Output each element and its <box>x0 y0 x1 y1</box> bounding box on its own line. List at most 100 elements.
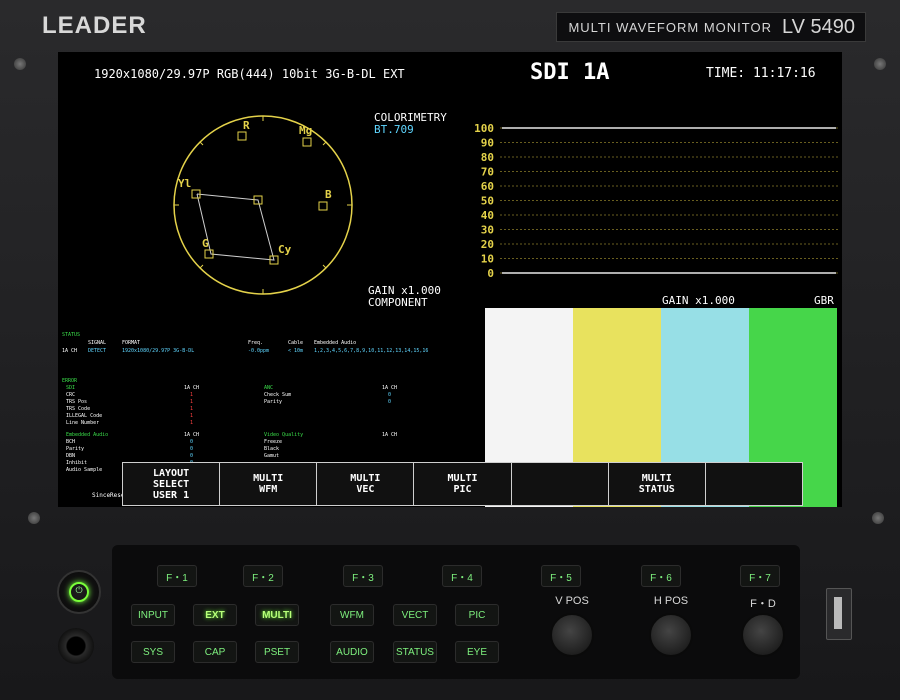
function-key-7[interactable]: F・7 <box>740 565 780 587</box>
vectorscope-ticks <box>174 116 352 294</box>
sdi-label: SDI <box>66 385 76 391</box>
error-item-label: Line Number <box>66 420 100 426</box>
pic-button[interactable]: PIC <box>455 604 499 626</box>
function-key-3[interactable]: F・3 <box>343 565 383 587</box>
wfm-button[interactable]: WFM <box>330 604 374 626</box>
ext-button[interactable]: EXT <box>193 604 237 626</box>
multi-button[interactable]: MULTI <box>255 604 299 626</box>
function-key-1[interactable]: F・1 <box>157 565 197 587</box>
status-button[interactable]: STATUS <box>393 641 437 663</box>
vector-label-yl: Yl <box>178 177 191 190</box>
error-item-value: 1 <box>190 399 194 405</box>
error-item-label: Check Sum <box>264 392 292 398</box>
soft-key-label: VEC <box>356 484 375 495</box>
input-name: SDI 1A <box>530 60 610 85</box>
function-key-2[interactable]: F・2 <box>243 565 283 587</box>
vector-info: GAIN x1.000 COMPONENT <box>368 285 441 309</box>
status-header-format: FORMAT <box>122 340 141 346</box>
waveform-scale-label: 40 <box>481 209 494 222</box>
status-header-signal: SIGNAL <box>88 340 107 346</box>
vect-button[interactable]: VECT <box>393 604 437 626</box>
model-number: LV 5490 <box>781 15 855 38</box>
colorimetry-value: BT.709 <box>374 123 414 136</box>
audio-button[interactable]: AUDIO <box>330 641 374 663</box>
vector-target-boxes <box>191 131 328 265</box>
error-item-value: 1 <box>190 420 194 426</box>
error-item-label: DBN <box>66 453 76 459</box>
error-item-label: Black <box>264 446 280 452</box>
error-item-value: 1 <box>190 406 194 412</box>
sys-button[interactable]: SYS <box>131 641 175 663</box>
display-screen: 1920x1080/29.97P RGB(444) 10bit 3G-B-DL … <box>58 52 842 507</box>
pset-button[interactable]: PSET <box>255 641 299 663</box>
waveform-scale-label: 60 <box>481 180 494 193</box>
status-format: 1920x1080/29.97P 3G-B-DL <box>122 348 195 354</box>
picture-gain: GAIN x1.000 <box>662 294 735 307</box>
anc-ch-label: 1A CH <box>382 385 398 391</box>
vq-title: Video Quality <box>264 432 304 438</box>
knob-3[interactable] <box>741 613 785 657</box>
screw-icon <box>874 58 886 70</box>
audio-ch-label: 1A CH <box>184 432 200 438</box>
error-item-label: Parity <box>264 399 283 405</box>
error-item-label: Freeze <box>264 439 283 445</box>
error-item-label: ILLEGAL Code <box>66 413 103 419</box>
soft-key-6[interactable]: MULTI STATUS <box>607 462 706 506</box>
sdi-ch-label: 1A CH <box>184 385 200 391</box>
time-label: TIME: <box>706 66 746 81</box>
waveform-scale-label: 50 <box>481 195 494 208</box>
knob-2[interactable] <box>649 613 693 657</box>
soft-key-3[interactable]: MULTI VEC <box>316 462 415 506</box>
soft-key-label: MULTI <box>350 473 381 484</box>
vq-ch-label: 1A CH <box>382 432 398 438</box>
soft-key-label: LAYOUT <box>153 467 190 479</box>
status-header-cable: Cable <box>288 340 304 346</box>
soft-key-label: MULTI <box>641 473 672 484</box>
knob-1[interactable] <box>550 613 594 657</box>
power-button[interactable]: ⏻ <box>57 570 101 614</box>
soft-key-7[interactable] <box>704 462 803 506</box>
soft-menu: LAYOUT SELECT USER 1 MULTI WFM MULTI VEC MULTI P… <box>122 462 803 506</box>
soft-key-label: STATUS <box>638 484 675 495</box>
error-item-value: 0 <box>388 399 392 405</box>
time-display: TIME: 11:17:16 <box>706 66 816 81</box>
waveform-scale-label: 10 <box>481 253 494 266</box>
soft-key-1[interactable]: LAYOUT SELECT USER 1 <box>122 462 221 506</box>
waveform-scale-label: 20 <box>481 238 494 251</box>
status-audio: 1,2,3,4,5,6,7,8,9,10,11,12,13,14,15,16 <box>314 348 429 354</box>
screw-icon <box>28 512 40 524</box>
error-item-label: Parity <box>66 446 85 452</box>
soft-key-label: MULTI <box>447 473 478 484</box>
waveform-scale-label: 100 <box>474 122 494 135</box>
error-item-label: BCH <box>66 439 76 445</box>
soft-key-label: WFM <box>259 484 278 495</box>
status-freq: -0.0ppm <box>248 348 270 354</box>
input-button[interactable]: INPUT <box>131 604 175 626</box>
usb-port <box>826 588 852 640</box>
waveform-scope: 100 90 80 70 60 50 40 30 20 10 0 <box>468 114 840 280</box>
cap-button[interactable]: CAP <box>193 641 237 663</box>
error-item-value: 0 <box>190 453 194 459</box>
audio-error-title: Embedded Audio <box>66 432 109 438</box>
error-item-label: Gamut <box>264 453 280 459</box>
screw-icon <box>872 512 884 524</box>
soft-key-2[interactable]: MULTI WFM <box>219 462 318 506</box>
waveform-graticule: 100 9080 7060 5040 3020 100 <box>474 122 838 280</box>
knob-label: V POS <box>555 595 589 607</box>
error-item-label: TRS Pos <box>66 399 88 405</box>
status-cable: < 10m <box>288 348 304 354</box>
error-item-value: 0 <box>190 439 194 445</box>
picture-mode: GBR <box>814 294 834 307</box>
soft-key-label: MULTI <box>253 473 284 484</box>
vector-label-g: G <box>202 237 209 250</box>
error-item-value: 0 <box>190 446 194 452</box>
function-key-5[interactable]: F・5 <box>541 565 581 587</box>
control-panel: F・1 F・2 F・3 F・4 F・5 F・6 F・7 INPUT EXT MULTI WFM VEC… <box>112 545 800 679</box>
error-item-label: Inhibit <box>66 460 88 466</box>
soft-key-4[interactable]: MULTI PIC <box>413 462 512 506</box>
vectorscope: R Mg B Yl G Cy <box>173 115 353 295</box>
function-key-4[interactable]: F・4 <box>442 565 482 587</box>
eye-button[interactable]: EYE <box>455 641 499 663</box>
function-key-6[interactable]: F・6 <box>641 565 681 587</box>
soft-key-5[interactable] <box>510 462 609 506</box>
